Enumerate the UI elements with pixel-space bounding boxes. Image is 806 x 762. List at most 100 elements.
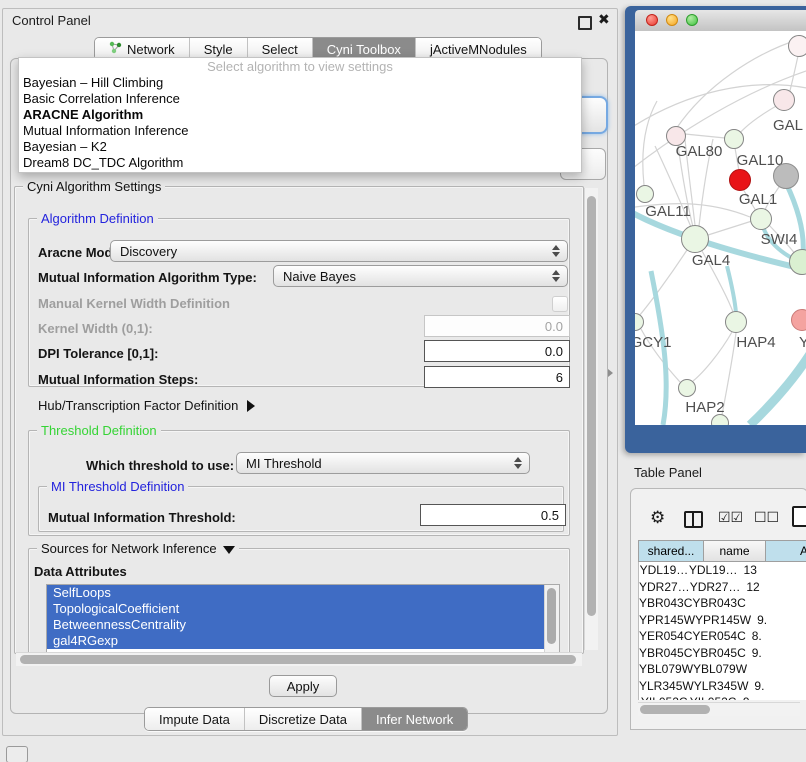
mi-algorithm-type-combo[interactable]: Naive Bayes bbox=[273, 265, 568, 287]
network-node-label-gal80: GAL80 bbox=[676, 143, 723, 160]
sources-title-text: Sources for Network Inference bbox=[41, 541, 217, 556]
table-cell: YPR145W bbox=[639, 612, 695, 629]
algorithm-option-dream8-dc-tdc-algorithm[interactable]: Dream8 DC_TDC Algorithm bbox=[19, 155, 581, 171]
algorithm-option-bayesian-k2[interactable]: Bayesian – K2 bbox=[19, 139, 581, 155]
float-window-icon[interactable] bbox=[578, 16, 592, 30]
manual-kernel-width-checkbox[interactable] bbox=[552, 296, 568, 312]
apply-button[interactable]: Apply bbox=[269, 675, 337, 697]
table-row[interactable]: YBR043CYBR043C bbox=[639, 595, 806, 612]
deselect-checkboxes-icon[interactable]: ☐☐ bbox=[754, 509, 779, 526]
scrollbar-thumb[interactable] bbox=[547, 588, 556, 644]
close-traffic-light-icon[interactable] bbox=[646, 14, 658, 26]
scrollbar-thumb[interactable] bbox=[640, 705, 710, 714]
table-cell: YBR045C bbox=[692, 645, 745, 662]
table-row[interactable]: YER054CYER054C8. bbox=[639, 628, 806, 645]
network-canvas[interactable]: GALGAL80GAL10GAL11GAL1GAL4SWI4GCY1HAP4YH… bbox=[635, 31, 806, 425]
attribute-option-betweennesscentrality[interactable]: BetweennessCentrality bbox=[47, 617, 547, 633]
table-cell: YBL079W bbox=[693, 661, 747, 678]
hub-definition-toggle[interactable]: Hub/Transcription Factor Definition bbox=[38, 398, 255, 413]
mi-steps-field[interactable] bbox=[424, 366, 570, 388]
algorithm-option-aracne-algorithm[interactable]: ARACNE Algorithm bbox=[19, 107, 581, 123]
network-node-gal1[interactable] bbox=[750, 208, 772, 230]
scrollbar-thumb[interactable] bbox=[587, 196, 596, 616]
kernel-width-label: Kernel Width (0,1): bbox=[38, 321, 153, 336]
file-icon[interactable] bbox=[792, 506, 806, 527]
network-node-unnamed-top[interactable] bbox=[788, 35, 806, 57]
dpi-tolerance-field[interactable] bbox=[424, 340, 570, 362]
table-cell: 9. bbox=[746, 645, 806, 662]
column-header-clipped[interactable]: A bbox=[766, 540, 806, 562]
table-cell: YBL079W bbox=[639, 661, 693, 678]
network-node-hap4[interactable] bbox=[725, 311, 747, 333]
network-node-gal11[interactable] bbox=[636, 185, 654, 203]
network-node-unnamed-bottom[interactable] bbox=[711, 414, 729, 425]
table-panel-title: Table Panel bbox=[634, 465, 702, 480]
network-node-gal10[interactable] bbox=[724, 129, 744, 149]
table-row[interactable]: YDR27…YDR27…12 bbox=[639, 579, 806, 596]
combo-spinner-icon bbox=[552, 270, 560, 282]
close-icon[interactable]: ✖ bbox=[598, 11, 610, 28]
network-node-label-gal11: GAL11 bbox=[645, 203, 691, 220]
network-node-label-gal4: GAL4 bbox=[692, 252, 730, 269]
hub-definition-label: Hub/Transcription Factor Definition bbox=[38, 398, 238, 413]
tab-infer-network[interactable]: Infer Network bbox=[362, 708, 467, 730]
splitpane-collapse-icon[interactable] bbox=[608, 369, 613, 377]
table-cell: YDL19… bbox=[639, 562, 689, 579]
column-header-name[interactable]: name bbox=[704, 540, 766, 562]
table-row[interactable]: YLR345WYLR345W9. bbox=[639, 678, 806, 695]
network-node-hap2[interactable] bbox=[678, 379, 696, 397]
settings-vertical-scrollbar[interactable] bbox=[584, 188, 598, 650]
sources-title[interactable]: Sources for Network Inference bbox=[37, 541, 239, 556]
manual-kernel-width-label: Manual Kernel Width Definition bbox=[38, 296, 230, 311]
network-node-gal4[interactable] bbox=[681, 225, 709, 253]
table-row[interactable]: YBR045CYBR045C9. bbox=[639, 645, 806, 662]
settings-horizontal-scrollbar[interactable] bbox=[16, 652, 582, 666]
which-threshold-combo[interactable]: MI Threshold bbox=[236, 452, 530, 474]
table-header: shared... name A bbox=[638, 540, 806, 562]
table-cell: 8. bbox=[746, 628, 806, 645]
mi-algorithm-type-label: Mutual Information Algorithm Type: bbox=[38, 270, 257, 285]
select-all-checkboxes-icon[interactable]: ☑☑ bbox=[718, 509, 743, 526]
algorithm-option-basic-correlation-inference[interactable]: Basic Correlation Inference bbox=[19, 91, 581, 107]
settings-gear-icon[interactable]: ⚙ bbox=[650, 508, 665, 528]
table-horizontal-scrollbar[interactable] bbox=[638, 702, 800, 716]
cyni-bottom-tab-bar: Impute DataDiscretize Data Infer Network bbox=[144, 707, 468, 731]
algorithm-option-bayesian-hill-climbing[interactable]: Bayesian – Hill Climbing bbox=[19, 75, 581, 91]
column-header-shared-name[interactable]: shared... bbox=[638, 540, 704, 562]
control-panel-title: Control Panel bbox=[12, 13, 91, 28]
zoom-traffic-light-icon[interactable] bbox=[686, 14, 698, 26]
attribute-option-topologicalcoefficient[interactable]: TopologicalCoefficient bbox=[47, 601, 547, 617]
table-cell: YDL19… bbox=[689, 562, 738, 579]
attribute-option-selfloops[interactable]: SelfLoops bbox=[47, 585, 547, 601]
table-cell: YLR345W bbox=[694, 678, 749, 695]
aracne-mode-combo[interactable]: Discovery bbox=[110, 240, 568, 262]
scrollbar-thumb[interactable] bbox=[20, 655, 576, 664]
table-row[interactable]: YIL052CYIL052C9. bbox=[639, 694, 806, 700]
algorithm-option-mutual-information-inference[interactable]: Mutual Information Inference bbox=[19, 123, 581, 139]
table-row[interactable]: YBL079WYBL079W bbox=[639, 661, 806, 678]
screen: Control Panel ✖ NetworkStyleSelectCyni T… bbox=[0, 0, 806, 762]
attribute-list-scrollbar[interactable] bbox=[544, 585, 559, 653]
attribute-option-gal4rgexp[interactable]: gal4RGexp bbox=[47, 633, 547, 649]
mi-threshold-field[interactable] bbox=[420, 504, 566, 526]
network-node-label-y-right: Y bbox=[799, 334, 806, 351]
mi-threshold-label: Mutual Information Threshold: bbox=[48, 510, 236, 525]
table-row[interactable]: YPR145WYPR145W9. bbox=[639, 612, 806, 629]
network-node-y-right[interactable] bbox=[791, 309, 806, 331]
data-attributes-list[interactable]: SelfLoopsTopologicalCoefficientBetweenne… bbox=[46, 584, 560, 654]
tab-discretize-data[interactable]: Discretize Data bbox=[245, 708, 362, 730]
data-attributes-label: Data Attributes bbox=[34, 564, 127, 579]
table-cell: YER054C bbox=[639, 628, 692, 645]
network-node-gal-right[interactable] bbox=[773, 89, 795, 111]
table-row[interactable]: YDL19…YDL19…13 bbox=[639, 562, 806, 579]
minimized-panel-icon[interactable] bbox=[6, 746, 28, 762]
network-node-label-gal-right: GAL bbox=[773, 117, 803, 134]
tab-impute-data[interactable]: Impute Data bbox=[145, 708, 245, 730]
minimize-traffic-light-icon[interactable] bbox=[666, 14, 678, 26]
network-window-titlebar[interactable] bbox=[635, 10, 806, 32]
kernel-width-field[interactable] bbox=[424, 315, 570, 337]
network-node-red-node[interactable] bbox=[729, 169, 751, 191]
network-node-gray-node[interactable] bbox=[773, 163, 799, 189]
column-layout-icon[interactable] bbox=[684, 511, 703, 528]
tab-label: Infer Network bbox=[376, 712, 453, 727]
